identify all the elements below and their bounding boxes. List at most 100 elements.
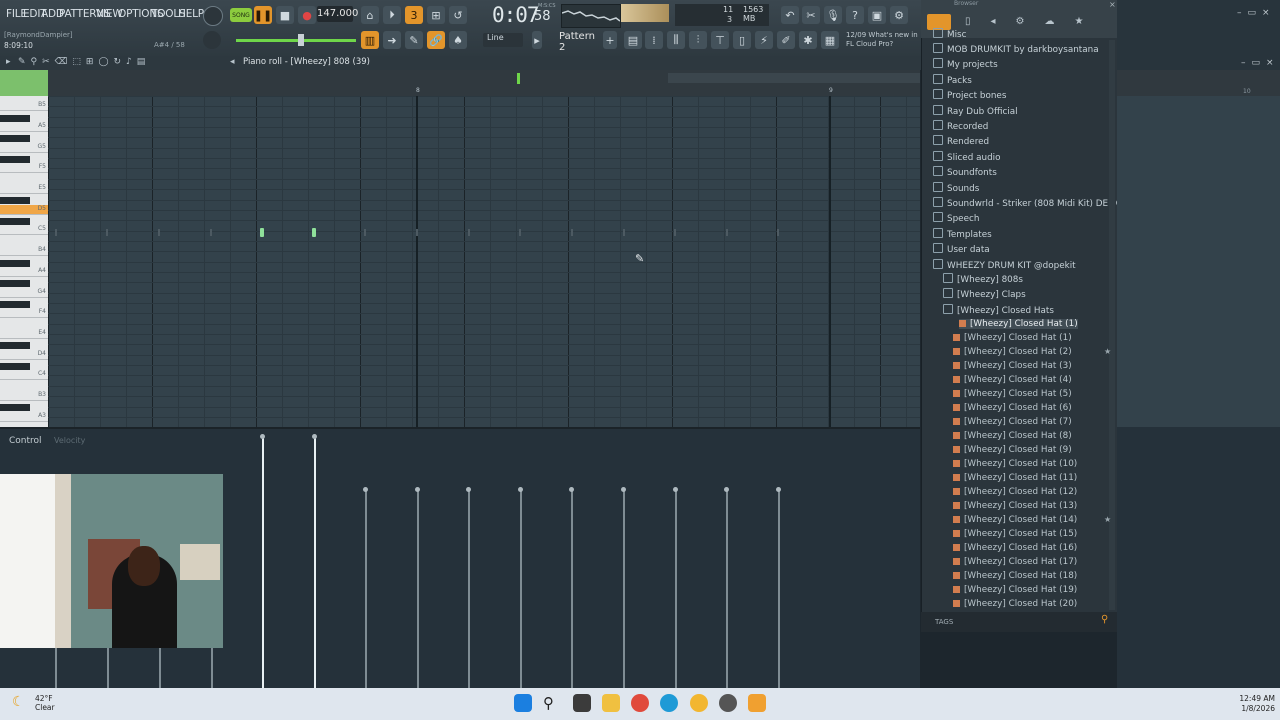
- velocity-bar[interactable]: [417, 490, 419, 688]
- velocity-bar[interactable]: [55, 648, 57, 688]
- velocity-handle[interactable]: [673, 487, 678, 492]
- piano-roll-window-controls-icon[interactable]: –▭×: [1241, 58, 1280, 68]
- browser-file[interactable]: [Wheezy] Closed Hat (7): [953, 417, 1072, 427]
- browser-icon[interactable]: ▯: [733, 31, 751, 49]
- tools-icon[interactable]: ✂: [802, 6, 820, 24]
- stop-button[interactable]: ■: [276, 6, 294, 24]
- browser-folder[interactable]: Soundwrld - Striker (808 Midi Kit) DEMO: [933, 197, 1123, 209]
- velocity-bar[interactable]: [675, 490, 677, 688]
- browser-folder[interactable]: User data: [933, 243, 990, 255]
- horizontal-scrollbar[interactable]: [668, 73, 920, 83]
- browser-file[interactable]: [Wheezy] Closed Hat (9): [953, 445, 1072, 455]
- pitch-knob-icon[interactable]: [203, 31, 221, 49]
- fx-icon[interactable]: ✱: [799, 31, 817, 49]
- mixer-icon[interactable]: ⫼: [667, 31, 685, 49]
- black-key[interactable]: [0, 135, 30, 143]
- key-label[interactable]: A5: [0, 122, 48, 133]
- velocity-handle[interactable]: [415, 487, 420, 492]
- step-edit-icon[interactable]: ⊞: [427, 6, 445, 24]
- velocity-bar[interactable]: [159, 648, 161, 688]
- black-key[interactable]: [0, 280, 30, 288]
- eq-icon[interactable]: ⫶: [689, 31, 707, 49]
- weather-widget[interactable]: 42°F Clear: [35, 694, 55, 712]
- window-controls-icon[interactable]: –▭×: [1237, 8, 1276, 18]
- plugin-icon[interactable]: ⚙: [890, 6, 908, 24]
- browser-file[interactable]: [Wheezy] Closed Hat (6): [953, 403, 1072, 413]
- browser-scrollbar[interactable]: [1109, 40, 1115, 610]
- browser-folder[interactable]: MOB DRUMKIT by darkboysantana: [933, 43, 1099, 55]
- metronome-icon[interactable]: ⌂: [361, 6, 379, 24]
- plug-icon[interactable]: ⚡: [755, 31, 773, 49]
- browser-file[interactable]: [Wheezy] Closed Hat (14): [953, 515, 1077, 525]
- chrome-icon[interactable]: [631, 694, 649, 712]
- help-icon[interactable]: ?: [846, 6, 864, 24]
- browser-subfolder[interactable]: [Wheezy] Closed Hats: [943, 303, 1054, 316]
- note-grid[interactable]: ✎: [48, 96, 920, 427]
- arrow-icon[interactable]: ➜: [383, 31, 401, 49]
- velocity-bar[interactable]: [571, 490, 573, 688]
- link-icon[interactable]: 🔗: [427, 31, 445, 49]
- channel-rack-icon[interactable]: ⁞: [645, 31, 663, 49]
- news-icon[interactable]: ▦: [821, 31, 839, 49]
- wait-record-icon[interactable]: ⏵: [383, 6, 401, 24]
- browser-folder[interactable]: Templates: [933, 227, 992, 240]
- browser-file[interactable]: [Wheezy] Closed Hat (16): [953, 543, 1077, 553]
- piano-keyboard[interactable]: B5 A5 G5 F5 E5 D5 C5 B4 A4 G4 F4 E4 D4 C4 B3 A3: [0, 96, 48, 427]
- tempo-display[interactable]: 147.000: [317, 6, 358, 22]
- menu-help[interactable]: HELP: [178, 8, 204, 20]
- browser-file[interactable]: [Wheezy] Closed Hat (11): [953, 473, 1077, 483]
- browser-close-icon[interactable]: ×: [1109, 0, 1116, 9]
- key-label[interactable]: C5: [0, 225, 48, 236]
- pattern-prev-icon[interactable]: ▸: [532, 31, 542, 49]
- key-label[interactable]: D5: [0, 204, 48, 215]
- browser-file[interactable]: [Wheezy] Closed Hat (18): [953, 571, 1077, 581]
- browser-subfolder[interactable]: [Wheezy] 808s: [943, 273, 1023, 285]
- favorite-star-icon[interactable]: ★: [1104, 347, 1111, 356]
- browser-file[interactable]: [Wheezy] Closed Hat (17): [953, 557, 1077, 567]
- browser-file[interactable]: [Wheezy] Closed Hat (1): [953, 333, 1072, 343]
- key-label[interactable]: D4: [0, 350, 48, 360]
- key-label[interactable]: E5: [0, 184, 48, 195]
- piano-roll-scroll-corner[interactable]: [0, 70, 48, 96]
- velocity-handle[interactable]: [621, 487, 626, 492]
- browser-file[interactable]: [Wheezy] Closed Hat (13): [953, 501, 1077, 511]
- stamp-icon[interactable]: ♠: [449, 31, 467, 49]
- browser-folder[interactable]: Rendered: [933, 135, 989, 147]
- velocity-bar[interactable]: [520, 490, 522, 688]
- search-taskbar-icon[interactable]: ⚲: [543, 694, 561, 712]
- start-icon[interactable]: [514, 694, 532, 712]
- black-key[interactable]: [0, 342, 30, 350]
- favorite-star-icon[interactable]: ★: [1104, 515, 1111, 524]
- note[interactable]: [260, 228, 264, 237]
- key-label[interactable]: B4: [0, 246, 48, 257]
- velocity-bar[interactable]: [623, 490, 625, 688]
- velocity-handle[interactable]: [569, 487, 574, 492]
- search-icon[interactable]: ⚲: [1101, 614, 1108, 625]
- master-volume-slider[interactable]: [236, 39, 356, 42]
- black-key[interactable]: [0, 197, 30, 205]
- velocity-handle[interactable]: [363, 487, 368, 492]
- pause-button[interactable]: ❚❚: [254, 6, 272, 24]
- black-key[interactable]: [0, 362, 30, 370]
- timeline-ruler[interactable]: 8 9: [0, 70, 920, 96]
- browser-subfolder[interactable]: [Wheezy] Claps: [943, 288, 1026, 300]
- browser-folder[interactable]: My projects: [933, 58, 998, 70]
- snap-select[interactable]: Line: [483, 33, 523, 47]
- browser-file[interactable]: [Wheezy] Closed Hat (4): [953, 375, 1072, 385]
- velocity-bar[interactable]: [107, 648, 109, 688]
- velocity-bar[interactable]: [778, 490, 780, 688]
- browser-selected-file[interactable]: [Wheezy] Closed Hat (1): [959, 319, 1078, 329]
- piano-roll-icon[interactable]: ▥: [361, 31, 379, 49]
- black-key[interactable]: [0, 156, 30, 164]
- key-label[interactable]: G5: [0, 143, 48, 153]
- black-key[interactable]: [0, 300, 30, 308]
- browser-folder[interactable]: Soundfonts: [933, 166, 997, 178]
- news-ticker[interactable]: 12/09 What's new in FL Cloud Pro?: [846, 31, 921, 49]
- browser-file[interactable]: [Wheezy] Closed Hat (12): [953, 487, 1077, 497]
- piano-roll-tool-icons[interactable]: ✎⚲✂⌫⬚⊞◯↻♪▤: [18, 57, 150, 67]
- settings-icon[interactable]: [719, 694, 737, 712]
- key-label[interactable]: A3: [0, 412, 48, 422]
- black-key[interactable]: [0, 404, 30, 412]
- velocity-bar[interactable]: [468, 490, 470, 688]
- note[interactable]: [312, 228, 316, 237]
